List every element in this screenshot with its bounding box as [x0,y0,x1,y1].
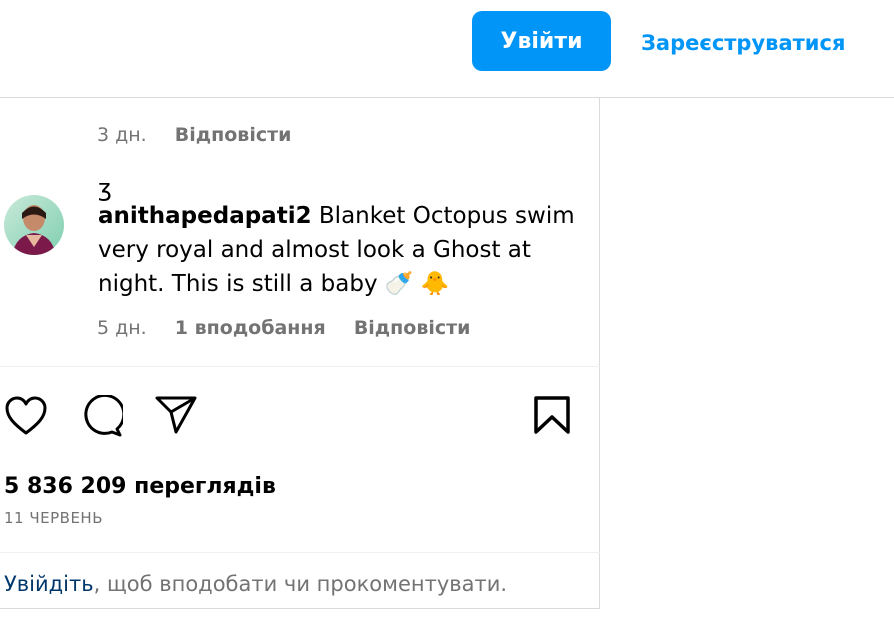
avatar[interactable] [4,195,64,255]
avatar-image [4,195,64,255]
previous-comment-text-fragment: ʒ [98,174,112,202]
post-page: Увійти Зареєструватися ʒ 3 дн. Відповіст… [0,0,894,641]
comment-meta: 5 дн. 1 вподобання Відповісти [97,316,492,340]
comment-body: anithapedapati2 Blanket Octopus swim ver… [98,199,578,301]
send-icon[interactable] [154,395,198,435]
post-date: 11 ЧЕРВЕНЬ [4,509,103,527]
login-prompt: Увійдіть, щоб вподобати чи прокоментуват… [4,569,507,599]
divider [0,366,600,367]
previous-comment-reply-button[interactable]: Відповісти [175,124,292,146]
comment-reply-button[interactable]: Відповісти [354,317,471,339]
previous-comment-time: 3 дн. [97,124,147,146]
comment-time: 5 дн. [97,317,147,339]
comments-column: ʒ 3 дн. Відповісти anithapedapati2 Blank… [0,98,600,609]
login-prompt-text: , щоб вподобати чи прокоментувати. [93,572,508,596]
signup-link[interactable]: Зареєструватися [641,28,845,58]
heart-icon[interactable] [4,396,48,436]
comment-icon[interactable] [79,395,123,437]
views-count: 5 836 209 переглядів [4,474,276,499]
divider [0,552,600,553]
login-prompt-link[interactable]: Увійдіть [4,572,94,596]
comment-likes[interactable]: 1 вподобання [175,317,326,339]
bookmark-icon[interactable] [533,395,571,435]
login-button[interactable]: Увійти [472,11,611,71]
comment-username[interactable]: anithapedapati2 [98,203,312,229]
previous-comment-meta: 3 дн. Відповісти [97,123,313,147]
top-header: Увійти Зареєструватися [0,0,894,98]
